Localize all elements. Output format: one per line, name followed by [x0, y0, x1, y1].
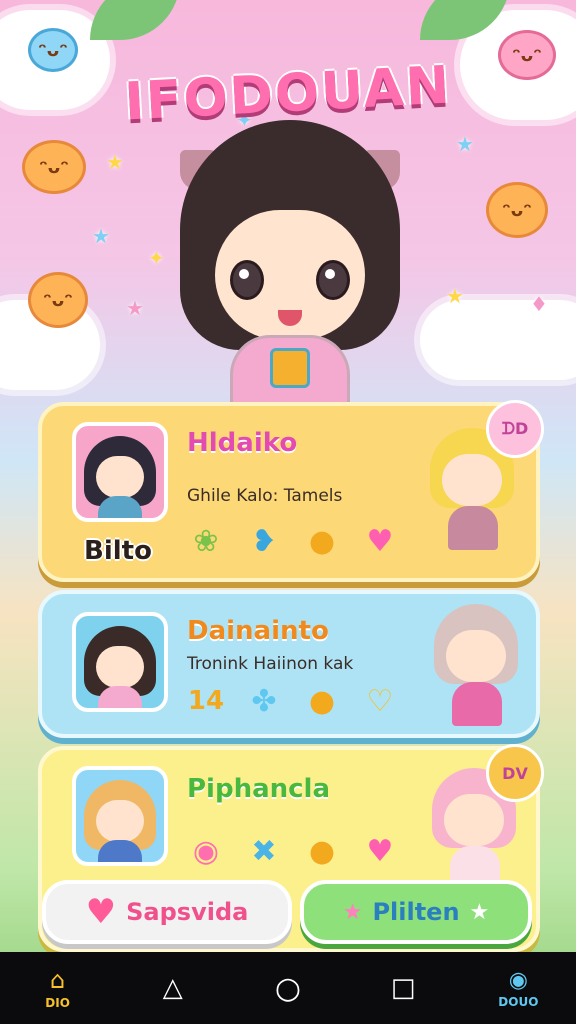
- home-tab[interactable]: ⌂ DIO: [23, 956, 93, 1020]
- play-button[interactable]: ★ Plilten ★: [300, 880, 532, 944]
- avatar: [72, 612, 168, 712]
- house-icon: ⌂: [49, 966, 66, 994]
- side-character: [426, 604, 526, 734]
- back-button[interactable]: △: [138, 956, 208, 1020]
- cloud: [420, 300, 576, 380]
- orange-blob-critter: ᵔᴗᵔ: [28, 272, 88, 328]
- star-sparkle: ✦: [148, 246, 165, 270]
- corner-tag[interactable]: DV: [486, 744, 544, 802]
- clover-icon[interactable]: ✤: [245, 682, 283, 720]
- star-sparkle: ★: [126, 296, 144, 320]
- favorite-button-label: Sapsvida: [126, 898, 249, 926]
- heart-icon: ♥: [85, 892, 117, 932]
- sprout-icon[interactable]: ❀: [187, 522, 225, 560]
- home-tab-label: DIO: [45, 996, 70, 1010]
- book-icon: [270, 348, 310, 388]
- lemon-icon[interactable]: ●: [303, 832, 341, 870]
- star-sparkle: ★: [92, 224, 110, 248]
- orange-blob-critter: ᵔᴗᵔ: [22, 140, 86, 194]
- bird-icon[interactable]: ❥: [245, 522, 283, 560]
- avatar: [72, 766, 168, 866]
- lemon-icon[interactable]: ●: [303, 682, 341, 720]
- profile-tab[interactable]: ◉ DOUO: [483, 956, 553, 1020]
- heart-icon[interactable]: ♥: [361, 522, 399, 560]
- star-sparkle: ♦: [530, 292, 548, 316]
- back-triangle-icon: △: [162, 973, 183, 1003]
- star-sparkle: ★: [456, 132, 474, 156]
- card-subtitle: Ghile Kalo: Tamels: [187, 486, 343, 506]
- heart-icon[interactable]: ♡: [361, 682, 399, 720]
- lemon-icon[interactable]: ●: [303, 522, 341, 560]
- card-subtitle: Tronink Haiinon kak: [187, 654, 354, 674]
- star-x-icon[interactable]: ✖: [245, 832, 283, 870]
- leaf: [90, 0, 180, 40]
- character-card-dainainto[interactable]: Dainainto Tronink Haiinon kak 14 ✤ ● ♡: [38, 590, 540, 738]
- home-button[interactable]: ○: [253, 956, 323, 1020]
- profile-tab-label: DOUO: [498, 994, 539, 1009]
- star-sparkle: ★: [446, 284, 464, 308]
- star-icon: ★: [342, 899, 363, 925]
- card-icon-row: ◉ ✖ ● ♥: [187, 832, 399, 870]
- character-card-hldaiko[interactable]: Bilto Hldaiko Ghile Kalo: Tamels ❀ ❥ ● ♥…: [38, 400, 544, 582]
- recents-button[interactable]: □: [368, 956, 438, 1020]
- card-icon-row: 14 ✤ ● ♡: [187, 682, 399, 720]
- card-name: Hldaiko: [187, 428, 298, 458]
- hero-character: [170, 120, 410, 415]
- star-icon: ★: [469, 899, 490, 925]
- blue-blob-critter: ᵔᴗᵔ: [28, 28, 78, 72]
- avatar: [72, 422, 168, 522]
- number-14-icon[interactable]: 14: [187, 682, 225, 720]
- play-button-label: Plilten: [372, 898, 460, 926]
- hero-eye: [230, 260, 264, 300]
- card-icon-row: ❀ ❥ ● ♥: [187, 522, 399, 560]
- controller-icon: ◉: [508, 967, 528, 993]
- card-name: Dainainto: [187, 616, 329, 646]
- recents-square-icon: □: [390, 973, 416, 1003]
- hero-eye: [316, 260, 350, 300]
- bubble-icon[interactable]: ◉: [187, 832, 225, 870]
- card-badge-label: Bilto: [84, 536, 152, 566]
- system-nav-bar: ⌂ DIO △ ○ □ ◉ DOUO: [0, 952, 576, 1024]
- home-circle-icon: ○: [274, 970, 302, 1006]
- orange-blob-critter: ᵔᴗᵔ: [486, 182, 548, 238]
- corner-tag[interactable]: ᗪD: [486, 400, 544, 458]
- heart-icon[interactable]: ♥: [361, 832, 399, 870]
- favorite-button[interactable]: ♥ Sapsvida: [42, 880, 292, 944]
- star-sparkle: ★: [106, 150, 124, 174]
- card-name: Piphancla: [187, 774, 331, 804]
